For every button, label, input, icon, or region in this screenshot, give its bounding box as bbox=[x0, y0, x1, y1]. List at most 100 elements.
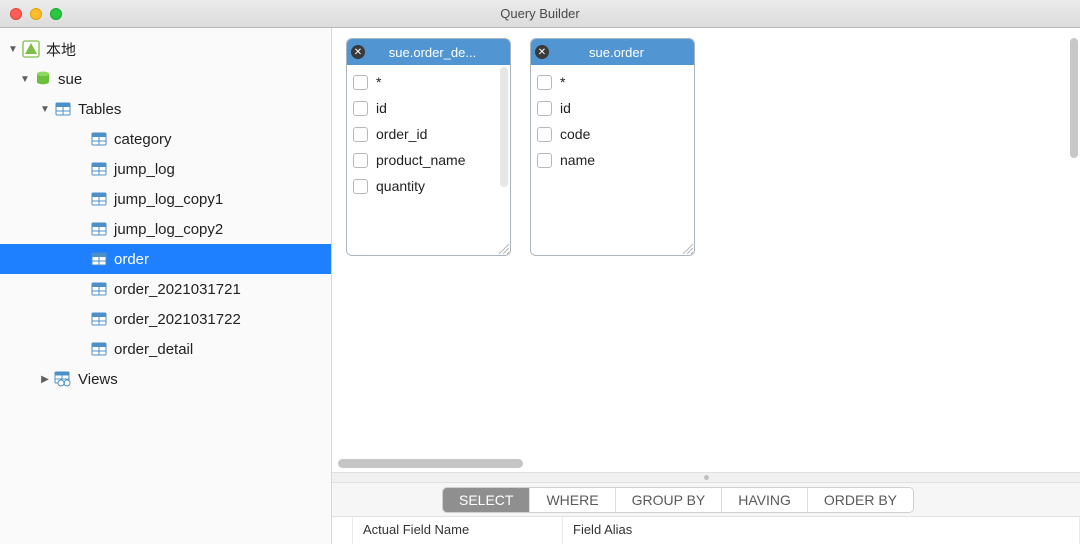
tables-icon bbox=[52, 100, 74, 118]
tree-database[interactable]: ▼ sue bbox=[0, 64, 331, 94]
tree-table-item[interactable]: order bbox=[0, 244, 331, 274]
tab-having[interactable]: HAVING bbox=[722, 488, 808, 512]
field-label: product_name bbox=[376, 152, 466, 168]
card-title: sue.order_de... bbox=[369, 45, 510, 60]
query-canvas[interactable]: ✕ sue.order_de... * id order_id product_… bbox=[332, 28, 1080, 454]
scrollbar-vertical[interactable] bbox=[500, 67, 508, 187]
tree-connection[interactable]: ▼ 本地 bbox=[0, 34, 331, 64]
tree-label: sue bbox=[58, 71, 82, 88]
tree-label: Tables bbox=[78, 101, 121, 118]
tab-where[interactable]: WHERE bbox=[530, 488, 615, 512]
checkbox[interactable] bbox=[537, 153, 552, 168]
field-row[interactable]: name bbox=[531, 147, 694, 173]
tree-table-item[interactable]: jump_log_copy2 bbox=[0, 214, 331, 244]
chevron-down-icon[interactable]: ▼ bbox=[38, 104, 52, 115]
field-label: name bbox=[560, 152, 595, 168]
tree-table-item[interactable]: order_2021031721 bbox=[0, 274, 331, 304]
scrollbar-vertical[interactable] bbox=[1070, 38, 1078, 158]
checkbox[interactable] bbox=[537, 127, 552, 142]
splitter-grip[interactable] bbox=[332, 472, 1080, 482]
field-row[interactable]: id bbox=[531, 95, 694, 121]
scrollbar-horizontal[interactable] bbox=[338, 459, 523, 468]
segmented-control: SELECT WHERE GROUP BY HAVING ORDER BY bbox=[442, 487, 914, 513]
card-body: * id order_id product_name quantity bbox=[347, 65, 510, 255]
column-header-field-alias[interactable]: Field Alias bbox=[563, 517, 1080, 544]
field-label: id bbox=[560, 100, 571, 116]
checkbox[interactable] bbox=[353, 153, 368, 168]
card-header[interactable]: ✕ sue.order bbox=[531, 39, 694, 65]
grip-dot-icon bbox=[704, 475, 709, 480]
main-area: ✕ sue.order_de... * id order_id product_… bbox=[332, 28, 1080, 544]
tree-table-item[interactable]: jump_log_copy1 bbox=[0, 184, 331, 214]
tree-label: Views bbox=[78, 371, 118, 388]
tree-label: order bbox=[114, 251, 149, 268]
table-icon bbox=[88, 310, 110, 328]
card-title: sue.order bbox=[553, 45, 694, 60]
resize-handle-icon[interactable] bbox=[680, 241, 694, 255]
field-row[interactable]: id bbox=[347, 95, 510, 121]
checkbox[interactable] bbox=[353, 101, 368, 116]
views-icon bbox=[52, 370, 74, 388]
chevron-down-icon[interactable]: ▼ bbox=[18, 74, 32, 85]
field-label: id bbox=[376, 100, 387, 116]
field-label: quantity bbox=[376, 178, 425, 194]
grid-corner bbox=[332, 517, 353, 544]
tab-select[interactable]: SELECT bbox=[443, 488, 530, 512]
chevron-right-icon[interactable]: ▶ bbox=[38, 374, 52, 385]
field-row[interactable]: * bbox=[531, 69, 694, 95]
card-body: * id code name bbox=[531, 65, 694, 255]
hscroll-track[interactable] bbox=[332, 454, 1080, 472]
field-row[interactable]: code bbox=[531, 121, 694, 147]
sidebar: ▼ 本地 ▼ sue ▼ Tables category j bbox=[0, 28, 332, 544]
field-row[interactable]: order_id bbox=[347, 121, 510, 147]
field-label: order_id bbox=[376, 126, 427, 142]
table-icon bbox=[88, 340, 110, 358]
chevron-down-icon[interactable]: ▼ bbox=[6, 44, 20, 55]
table-icon bbox=[88, 190, 110, 208]
tree-label: order_2021031721 bbox=[114, 281, 241, 298]
tree-label: 本地 bbox=[46, 39, 76, 60]
connection-icon bbox=[20, 40, 42, 58]
window-title: Query Builder bbox=[0, 6, 1080, 21]
field-label: * bbox=[560, 74, 565, 90]
table-icon bbox=[88, 130, 110, 148]
table-card-order-detail[interactable]: ✕ sue.order_de... * id order_id product_… bbox=[346, 38, 511, 256]
close-icon[interactable]: ✕ bbox=[351, 45, 365, 59]
tree-table-item[interactable]: jump_log bbox=[0, 154, 331, 184]
column-header-actual-field[interactable]: Actual Field Name bbox=[353, 517, 563, 544]
database-icon bbox=[32, 70, 54, 88]
table-icon bbox=[88, 160, 110, 178]
tab-orderby[interactable]: ORDER BY bbox=[808, 488, 913, 512]
resize-handle-icon[interactable] bbox=[496, 241, 510, 255]
tree-tables-folder[interactable]: ▼ Tables bbox=[0, 94, 331, 124]
titlebar: Query Builder bbox=[0, 0, 1080, 28]
table-icon bbox=[88, 220, 110, 238]
table-icon bbox=[88, 250, 110, 268]
checkbox[interactable] bbox=[537, 101, 552, 116]
tree-label: jump_log bbox=[114, 161, 175, 178]
tab-groupby[interactable]: GROUP BY bbox=[616, 488, 723, 512]
table-icon bbox=[88, 280, 110, 298]
table-card-order[interactable]: ✕ sue.order * id code name bbox=[530, 38, 695, 256]
close-icon[interactable]: ✕ bbox=[535, 45, 549, 59]
tree-label: category bbox=[114, 131, 172, 148]
grid-header: Actual Field Name Field Alias bbox=[332, 516, 1080, 544]
tree-views-folder[interactable]: ▶ Views bbox=[0, 364, 331, 394]
field-label: * bbox=[376, 74, 381, 90]
tree-label: order_detail bbox=[114, 341, 193, 358]
checkbox[interactable] bbox=[537, 75, 552, 90]
tree-table-item[interactable]: order_2021031722 bbox=[0, 304, 331, 334]
tree-label: order_2021031722 bbox=[114, 311, 241, 328]
field-row[interactable]: * bbox=[347, 69, 510, 95]
field-row[interactable]: quantity bbox=[347, 173, 510, 199]
clause-tabbar: SELECT WHERE GROUP BY HAVING ORDER BY bbox=[332, 482, 1080, 516]
card-header[interactable]: ✕ sue.order_de... bbox=[347, 39, 510, 65]
tree-table-item[interactable]: order_detail bbox=[0, 334, 331, 364]
checkbox[interactable] bbox=[353, 127, 368, 142]
field-row[interactable]: product_name bbox=[347, 147, 510, 173]
tree-table-item[interactable]: category bbox=[0, 124, 331, 154]
checkbox[interactable] bbox=[353, 75, 368, 90]
checkbox[interactable] bbox=[353, 179, 368, 194]
tree-label: jump_log_copy2 bbox=[114, 221, 223, 238]
field-label: code bbox=[560, 126, 590, 142]
